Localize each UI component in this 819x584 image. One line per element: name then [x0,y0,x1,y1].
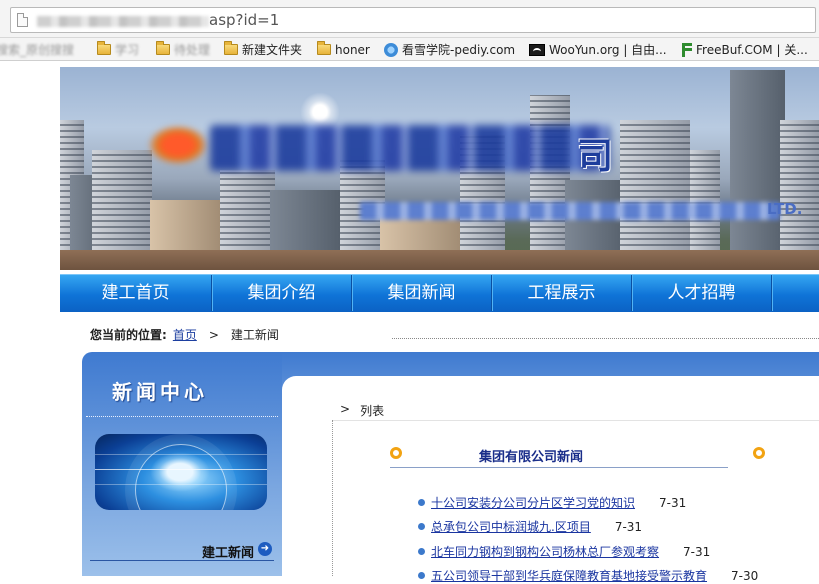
news-date: 7-31 [659,495,687,510]
bookmark-label: 学习 [115,43,140,57]
bookmark-label: WooYun.org | 自由... [549,43,667,57]
bookmark-label: FreeBuf.COM | 关... [696,43,808,57]
bookmark-pediy[interactable]: 看雪学院-pediy.com [384,41,515,58]
nav-business[interactable]: 业 [772,275,819,311]
breadcrumb-label: 您当前的位置: [90,328,167,342]
company-logo-redacted [148,125,208,165]
bullet-icon [418,499,425,506]
divider [86,416,278,417]
ground-band [60,250,819,270]
bookmark-search[interactable]: 搜索_原创搜搜 [0,41,74,58]
nav-about[interactable]: 集团介绍 [212,275,352,311]
breadcrumb-home-link[interactable]: 首页 [173,326,197,343]
bookmark-wooyun[interactable]: WooYun.org | 自由... [529,41,667,58]
bookmark-folder-honer[interactable]: honer [317,41,370,58]
url-redacted [37,16,209,27]
building [730,70,785,270]
divider [390,467,728,468]
bookmark-folder-new[interactable]: 新建文件夹 [224,41,302,58]
browser-toolbar: asp?id=1 [0,0,819,38]
nav-news[interactable]: 集团新闻 [352,275,492,311]
building [780,120,819,270]
main-nav: 建工首页 集团介绍 集团新闻 工程展示 人才招聘 业 [60,274,819,312]
globe-image [95,434,267,510]
web-page: 司 LTD. 建工首页 集团介绍 集团新闻 工程展示 人才招聘 业 您当前的位置… [0,62,819,583]
divider [392,338,819,339]
breadcrumb-separator: > [208,327,219,342]
english-name-end: LTD. [767,200,803,218]
news-date: 7-31 [614,519,643,534]
sidebar-item-news[interactable]: 建工新闻 [202,542,254,561]
news-link[interactable]: 十公司安装分公司分片区学习党的知识 [431,494,635,511]
bookmark-label: 新建文件夹 [242,43,303,57]
page-icon [17,13,28,27]
news-date: 7-31 [683,544,711,559]
url-text[interactable]: asp?id=1 [209,11,279,29]
bullet-circle-icon [390,447,402,459]
bookmark-label: 待处理 [174,43,211,57]
bookmark-label: 看雪学院-pediy.com [402,43,516,57]
breadcrumb: 您当前的位置: 首页 > 建工新闻 [90,326,279,343]
breadcrumb-current: 建工新闻 [230,328,279,342]
bullet-icon [418,523,425,530]
news-link[interactable]: 北车同力钢构到钢构公司杨林总厂参观考察 [431,543,659,560]
freebuf-icon [681,42,692,57]
chevron-right-icon: > [340,402,351,416]
arrow-right-icon[interactable]: ➜ [258,542,272,556]
snowflake-icon [384,42,398,57]
folder-icon [156,41,170,55]
folder-icon [97,41,111,55]
divider [332,420,333,576]
bookmark-freebuf[interactable]: FreeBuf.COM | 关... [681,41,808,58]
divider [90,560,274,561]
bookmark-label: 搜索_原创搜搜 [0,43,75,57]
nav-projects[interactable]: 工程展示 [492,275,632,311]
bookmark-folder-study[interactable]: 学习 [97,41,139,58]
folder-icon [224,41,238,55]
news-link[interactable]: 总承包公司中标润城九.区项目 [431,518,591,535]
english-name-redacted [360,202,780,220]
list-path: > 列表 [340,402,384,419]
wooyun-icon [529,43,545,56]
bookmark-label: honer [335,42,370,57]
list-item: 总承包公司中标润城九.区项目 7-31 [418,518,642,535]
building [530,95,570,270]
company-name-redacted [210,125,610,171]
section-title: 集团有限公司新闻 [479,450,584,465]
sidebar-title: 新闻中心 [112,380,208,404]
sidebar: 新闻中心 建工新闻 ➜ [82,352,282,576]
divider [332,420,819,421]
bullet-circle-icon [753,447,765,459]
list-item: 北车同力钢构到钢构公司杨林总厂参观考察 7-31 [418,543,710,560]
folder-icon [317,41,331,55]
building [620,120,690,270]
bullet-icon [418,548,425,555]
list-item: 十公司安装分公司分片区学习党的知识 7-31 [418,494,686,511]
list-path-label: 列表 [360,404,385,418]
globe-landmass [150,452,210,492]
address-bar[interactable]: asp?id=1 [10,7,816,33]
nav-jobs[interactable]: 人才招聘 [632,275,772,311]
bookmarks-bar: 搜索_原创搜搜 学习 待处理 新建文件夹 honer 看雪学院-pediy.co… [0,38,819,61]
bookmark-folder-pending[interactable]: 待处理 [156,41,210,58]
nav-home[interactable]: 建工首页 [60,275,212,311]
company-name-last-char: 司 [577,136,614,177]
header-banner: 司 LTD. [60,67,819,270]
